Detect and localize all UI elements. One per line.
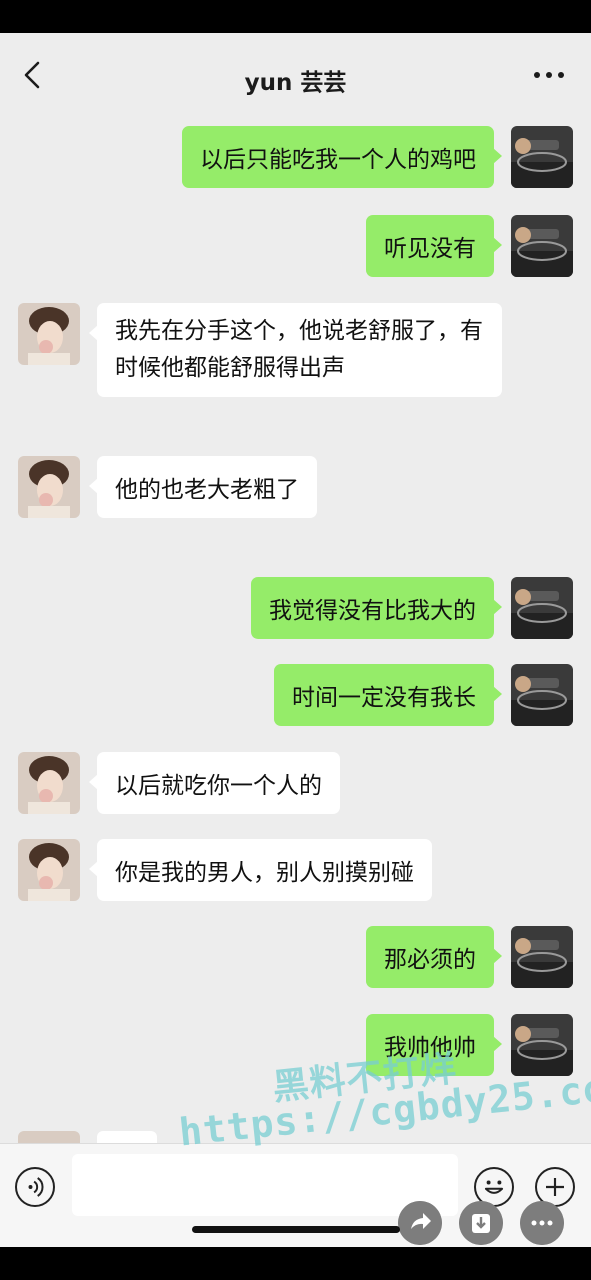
message-bubble-sent[interactable]: 听见没有 <box>366 215 502 277</box>
avatar-contact[interactable] <box>18 303 80 365</box>
voice-icon[interactable] <box>15 1167 55 1207</box>
avatar-contact[interactable] <box>18 839 80 901</box>
message-bubble-sent[interactable]: 以后只能吃我一个人的鸡吧 <box>182 126 502 188</box>
message-bubble-received[interactable]: 他的也老大老粗了 <box>89 456 317 518</box>
avatar-self[interactable] <box>511 1014 573 1076</box>
more-icon[interactable] <box>520 1201 564 1245</box>
message-list: 以后只能吃我一个人的鸡吧 听见没有 我先在分手这个，他说老舒服了，有时候他都能舒… <box>0 111 591 1111</box>
message-bubble-sent[interactable]: 我觉得没有比我大的 <box>251 577 502 639</box>
avatar-self[interactable] <box>511 215 573 277</box>
message-bubble-received[interactable]: 你是我的男人，别人别摸别碰 <box>89 839 432 901</box>
avatar-contact[interactable] <box>18 456 80 518</box>
message-bubble-sent[interactable]: 时间一定没有我长 <box>274 664 502 726</box>
share-icon[interactable] <box>398 1201 442 1245</box>
avatar-self[interactable] <box>511 577 573 639</box>
avatar-self[interactable] <box>511 126 573 188</box>
chat-title: yun 芸芸 <box>244 70 347 96</box>
avatar-self[interactable] <box>511 664 573 726</box>
message-bubble-received[interactable]: 我先在分手这个，他说老舒服了，有时候他都能舒服得出声 <box>89 303 502 397</box>
home-indicator <box>192 1226 400 1233</box>
nav-bar: yun 芸芸 <box>0 33 591 111</box>
message-bubble-sent[interactable]: 那必须的 <box>366 926 502 988</box>
avatar-self[interactable] <box>511 926 573 988</box>
message-input[interactable] <box>72 1154 458 1216</box>
avatar-contact[interactable] <box>18 752 80 814</box>
save-icon[interactable] <box>459 1201 503 1245</box>
message-bubble-received[interactable]: 以后就吃你一个人的 <box>89 752 340 814</box>
chat-screen: yun 芸芸 以后只能吃我一个人的鸡吧 听见没有 我先在分手这个，他说老舒服了，… <box>0 33 591 1247</box>
more-dots-icon[interactable] <box>532 67 566 83</box>
